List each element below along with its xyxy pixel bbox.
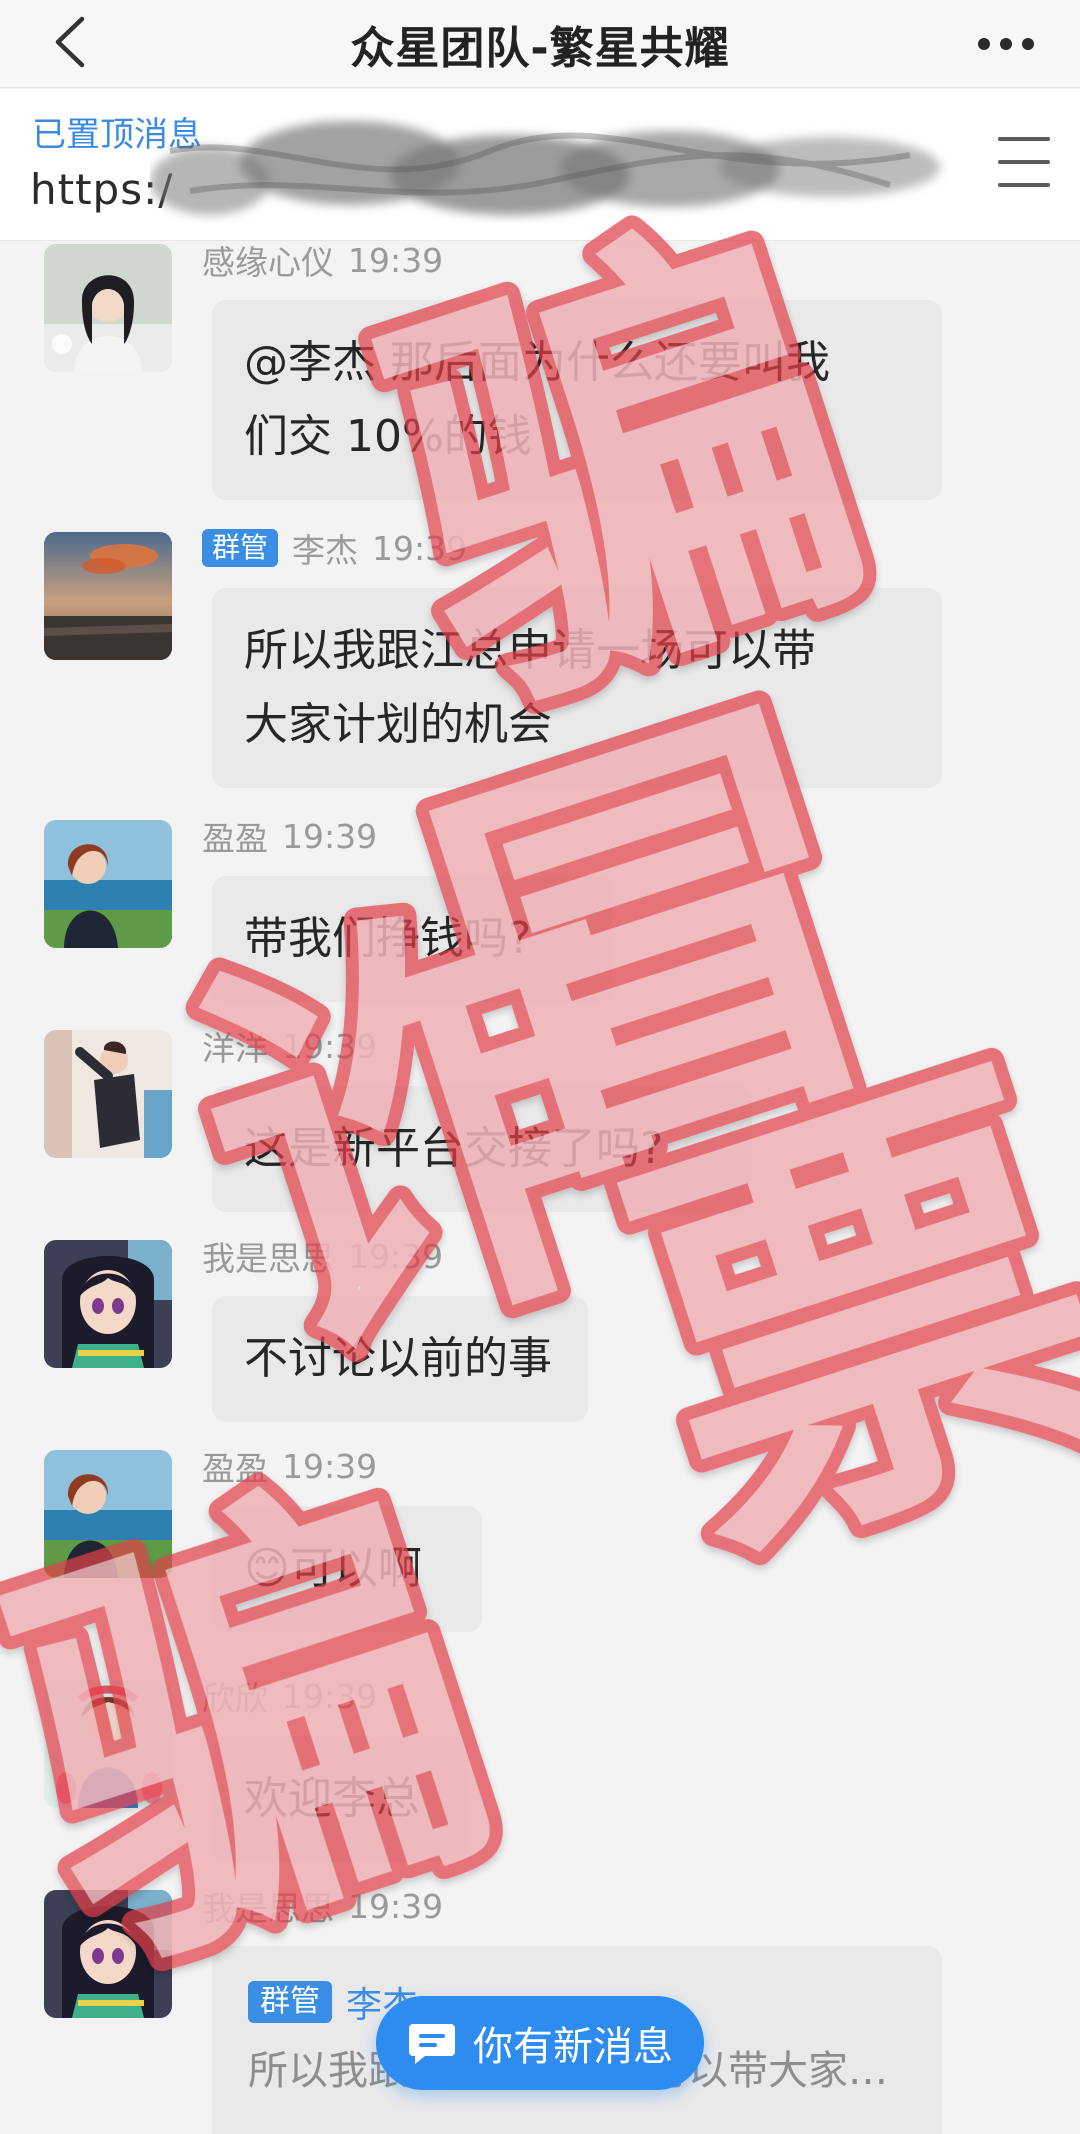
avatar[interactable] (44, 820, 172, 948)
top-nav-bar: 众星团队-繁星共耀 (0, 0, 1080, 88)
sender-name: 盈盈 (202, 819, 268, 858)
message-bubble[interactable]: 所以我跟江总申请一场可以带 大家计划的机会 (212, 588, 942, 788)
avatar[interactable] (44, 1890, 172, 2018)
chat-bubble-icon (409, 2024, 455, 2064)
sender-name: 洋洋 (202, 1029, 268, 1068)
message-time: 19:39 (282, 1026, 378, 1066)
smile-emoji-icon: 😊 (244, 1543, 290, 1594)
sender-name: 李杰 (292, 531, 359, 570)
message-bubble[interactable]: 不讨论以前的事 (212, 1296, 588, 1422)
avatar[interactable] (44, 244, 172, 372)
menu-icon[interactable] (998, 137, 1050, 187)
new-message-button[interactable]: 你有新消息 (376, 1996, 704, 2090)
avatar[interactable] (44, 1240, 172, 1368)
back-button[interactable] (40, 10, 100, 74)
message-time: 19:39 (282, 816, 378, 856)
message-time: 19:39 (348, 1236, 444, 1276)
sender-name: 我是思思 (202, 1239, 334, 1278)
sender-name: 我是思思 (202, 1889, 334, 1928)
new-message-label: 你有新消息 (473, 2024, 673, 2070)
sender-name: 感缘心仪 (202, 243, 334, 282)
avatar[interactable] (44, 1030, 172, 1158)
chevron-left-icon (55, 16, 85, 68)
chat-title: 众星团队-繁星共耀 (350, 22, 730, 74)
message-bubble[interactable]: 😊可以啊 (212, 1506, 482, 1632)
redaction-scribble (150, 121, 940, 215)
sender-name: 盈盈 (202, 1449, 268, 1488)
message-time: 19:39 (348, 240, 444, 280)
message-time: 19:39 (282, 1676, 378, 1716)
more-dots-icon (978, 38, 990, 50)
avatar[interactable] (44, 1450, 172, 1578)
avatar[interactable] (44, 1680, 172, 1808)
avatar[interactable] (44, 532, 172, 660)
message-time: 19:39 (372, 528, 468, 568)
message-time: 19:39 (282, 1446, 378, 1486)
message-meta: 我是思思 19:39 (202, 1236, 444, 1279)
message-meta: 盈盈 19:39 (202, 816, 378, 859)
message-meta: 我是思思 19:39 (202, 1886, 444, 1929)
sender-name: 欣欣 (202, 1679, 268, 1718)
message-bubble[interactable]: @李杰 那后面为什么还要叫我 们交 10%的钱 (212, 300, 942, 500)
message-bubble[interactable]: 欢迎李总 (212, 1736, 468, 1862)
pinned-message-bar[interactable]: 已置顶消息 https:/ (0, 89, 1080, 241)
message-bubble[interactable]: 这是新平台交接了吗? (212, 1086, 752, 1212)
message-meta: 群管 李杰 19:39 (202, 528, 468, 570)
message-meta: 盈盈 19:39 (202, 1446, 378, 1489)
more-options-button[interactable] (966, 14, 1046, 74)
message-bubble[interactable]: 带我们挣钱吗? (212, 876, 612, 1002)
admin-badge: 群管 (202, 529, 279, 567)
message-time: 19:39 (348, 1886, 444, 1926)
message-meta: 感缘心仪 19:39 (202, 240, 444, 283)
message-meta: 欣欣 19:39 (202, 1676, 378, 1719)
admin-badge: 群管 (248, 1981, 332, 2023)
message-meta: 洋洋 19:39 (202, 1026, 378, 1069)
